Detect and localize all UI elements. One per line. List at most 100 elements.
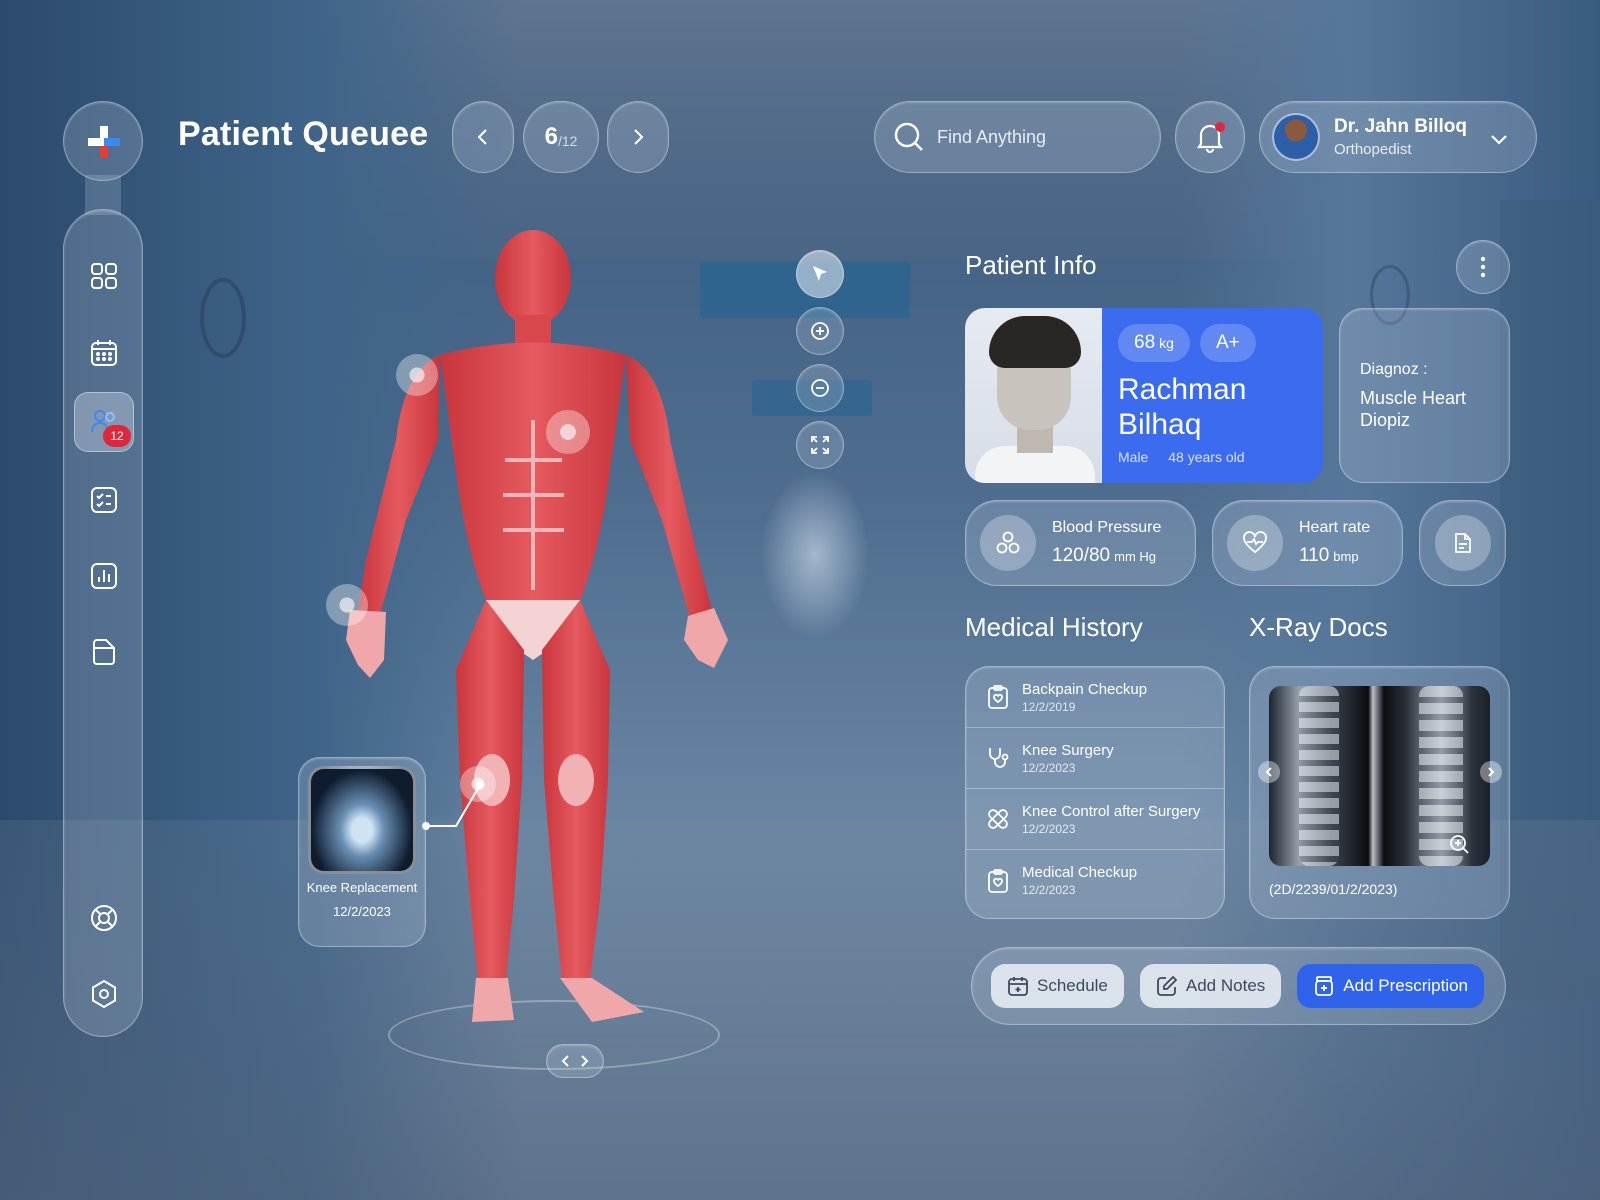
hotspot-chest[interactable] xyxy=(546,410,590,454)
patient-age: 48 years old xyxy=(1168,449,1245,465)
heart-rate-label: Heart rate xyxy=(1299,519,1371,536)
list-item[interactable]: Medical Checkup 12/2/2023 xyxy=(966,850,1224,911)
sidebar-item-dashboard[interactable] xyxy=(74,246,134,306)
patient-name: Rachman Bilhaq xyxy=(1118,373,1247,441)
chevron-right-icon xyxy=(1488,767,1495,777)
patient-photo xyxy=(965,308,1102,483)
history-title: Backpain Checkup xyxy=(1022,680,1148,698)
chevron-left-icon xyxy=(561,1055,569,1067)
diagnosis-label: Diagnoz : xyxy=(1360,361,1428,378)
patient-summary-card: 68 kg A+ Rachman Bilhaq Male 48 years ol… xyxy=(965,308,1323,483)
patient-actions-bar: Schedule Add Notes Add Prescription xyxy=(971,947,1506,1025)
history-title: Medical Checkup xyxy=(1022,864,1138,881)
schedule-button[interactable]: Schedule xyxy=(991,964,1124,1008)
blood-pressure-value: 120/80 xyxy=(1052,545,1111,566)
weight-unit: kg xyxy=(1159,335,1174,351)
xray-docs-card: (2D/2239/01/2/2023) xyxy=(1249,666,1510,919)
blood-pressure-unit: mm Hg xyxy=(1114,549,1157,564)
blood-pressure-card: Blood Pressure 120/80 mm Hg xyxy=(965,500,1196,586)
chevron-down-icon xyxy=(1491,135,1507,145)
xray-next-button[interactable] xyxy=(1480,761,1502,783)
sidebar: 12 xyxy=(63,101,143,1037)
hotspot-wrist[interactable] xyxy=(326,584,368,626)
chevron-left-icon xyxy=(1265,767,1272,777)
knee-xray-thumbnail xyxy=(308,766,416,874)
zoom-in-icon[interactable] xyxy=(1448,833,1470,855)
folder-icon xyxy=(93,639,115,665)
bar-chart-icon xyxy=(91,563,117,589)
add-notes-label: Add Notes xyxy=(1185,976,1266,995)
patient-gender: Male xyxy=(1118,449,1149,465)
medicine-bottle-icon xyxy=(1315,976,1334,996)
calendar-add-icon xyxy=(1008,977,1028,996)
heart-rate-card: Heart rate 110 bmp xyxy=(1212,500,1403,586)
heart-pulse-icon xyxy=(1243,531,1267,554)
bandage-icon xyxy=(988,809,1008,829)
add-prescription-label: Add Prescription xyxy=(1343,976,1469,995)
zoom-in-icon xyxy=(811,322,829,340)
chevron-left-icon xyxy=(477,129,487,145)
user-role: Orthopedist xyxy=(1334,141,1412,158)
add-prescription-button[interactable]: Add Prescription xyxy=(1297,964,1485,1008)
chevron-right-icon xyxy=(581,1055,589,1067)
rotate-model-control[interactable] xyxy=(546,1044,604,1078)
sidebar-item-tasks[interactable] xyxy=(74,470,134,530)
calendar-icon xyxy=(91,340,117,366)
patient-document-button[interactable] xyxy=(1419,500,1506,586)
clipboard-icon xyxy=(988,685,1008,709)
heart-rate-value: 110 xyxy=(1299,545,1330,566)
history-date: 12/2/2023 xyxy=(1022,883,1076,897)
checklist-icon xyxy=(91,487,117,513)
search-bar[interactable] xyxy=(874,101,1161,173)
next-patient-button[interactable] xyxy=(607,101,669,173)
clipboard-icon xyxy=(988,868,1008,893)
xray-prev-button[interactable] xyxy=(1258,761,1280,783)
user-profile-menu[interactable]: Dr. Jahn Billoq Orthopedist xyxy=(1259,101,1537,173)
weight-pill: 68 kg xyxy=(1118,324,1190,362)
stethoscope-icon xyxy=(989,748,1009,768)
more-vertical-icon xyxy=(1480,256,1486,278)
patient-info-title: Patient Info xyxy=(965,250,1097,280)
list-item[interactable]: Backpain Checkup 12/2/2019 xyxy=(966,667,1224,728)
page-title: Patient Queuee xyxy=(178,115,429,153)
patient-demographics: Male 48 years old xyxy=(1118,449,1245,465)
medical-history-list: Backpain Checkup 12/2/2019 Knee Surgery … xyxy=(965,666,1225,919)
chevron-right-icon xyxy=(634,129,644,145)
list-item[interactable]: Knee Control after Surgery 12/2/2023 xyxy=(966,789,1224,850)
doctor-avatar xyxy=(1272,113,1320,161)
heart-rate-unit: bmp xyxy=(1333,549,1359,564)
sidebar-item-support[interactable] xyxy=(74,888,134,948)
select-tool-button[interactable] xyxy=(796,250,844,298)
more-options-button[interactable] xyxy=(1456,240,1510,294)
zoom-in-button[interactable] xyxy=(796,307,844,355)
notifications-button[interactable] xyxy=(1175,101,1245,173)
previous-patient-button[interactable] xyxy=(452,101,514,173)
weight-value: 68 xyxy=(1134,332,1156,353)
logo-container[interactable] xyxy=(63,101,143,181)
pager-current: 6 xyxy=(544,123,558,150)
expand-icon xyxy=(811,436,829,454)
sidebar-rail: 12 xyxy=(63,209,143,1037)
sidebar-item-patients[interactable]: 12 xyxy=(74,392,134,452)
sidebar-item-documents[interactable] xyxy=(74,622,134,682)
edit-note-icon xyxy=(1156,975,1178,996)
grid-icon xyxy=(91,263,117,289)
sidebar-item-calendar[interactable] xyxy=(74,323,134,383)
cursor-icon xyxy=(813,266,827,281)
xray-card-title: Knee Replacement xyxy=(306,880,418,895)
xray-docs-title: X-Ray Docs xyxy=(1249,612,1388,642)
xray-caption: (2D/2239/01/2/2023) xyxy=(1269,881,1398,897)
hotspot-shoulder[interactable] xyxy=(396,354,438,396)
knee-xray-card[interactable]: Knee Replacement 12/2/2023 xyxy=(298,757,426,947)
hotspot-connector-line xyxy=(422,781,484,830)
zoom-out-button[interactable] xyxy=(796,364,844,412)
sidebar-item-reports[interactable] xyxy=(74,546,134,606)
settings-hexagon-icon xyxy=(92,979,116,1009)
diagnosis-card: Diagnoz : Muscle Heart Diopiz xyxy=(1339,308,1510,483)
add-notes-button[interactable]: Add Notes xyxy=(1139,964,1282,1008)
patients-count-badge: 12 xyxy=(103,425,131,447)
fullscreen-button[interactable] xyxy=(796,421,844,469)
list-item[interactable]: Knee Surgery 12/2/2023 xyxy=(966,728,1224,789)
sidebar-item-settings[interactable] xyxy=(74,964,134,1024)
search-input[interactable] xyxy=(937,126,1137,148)
